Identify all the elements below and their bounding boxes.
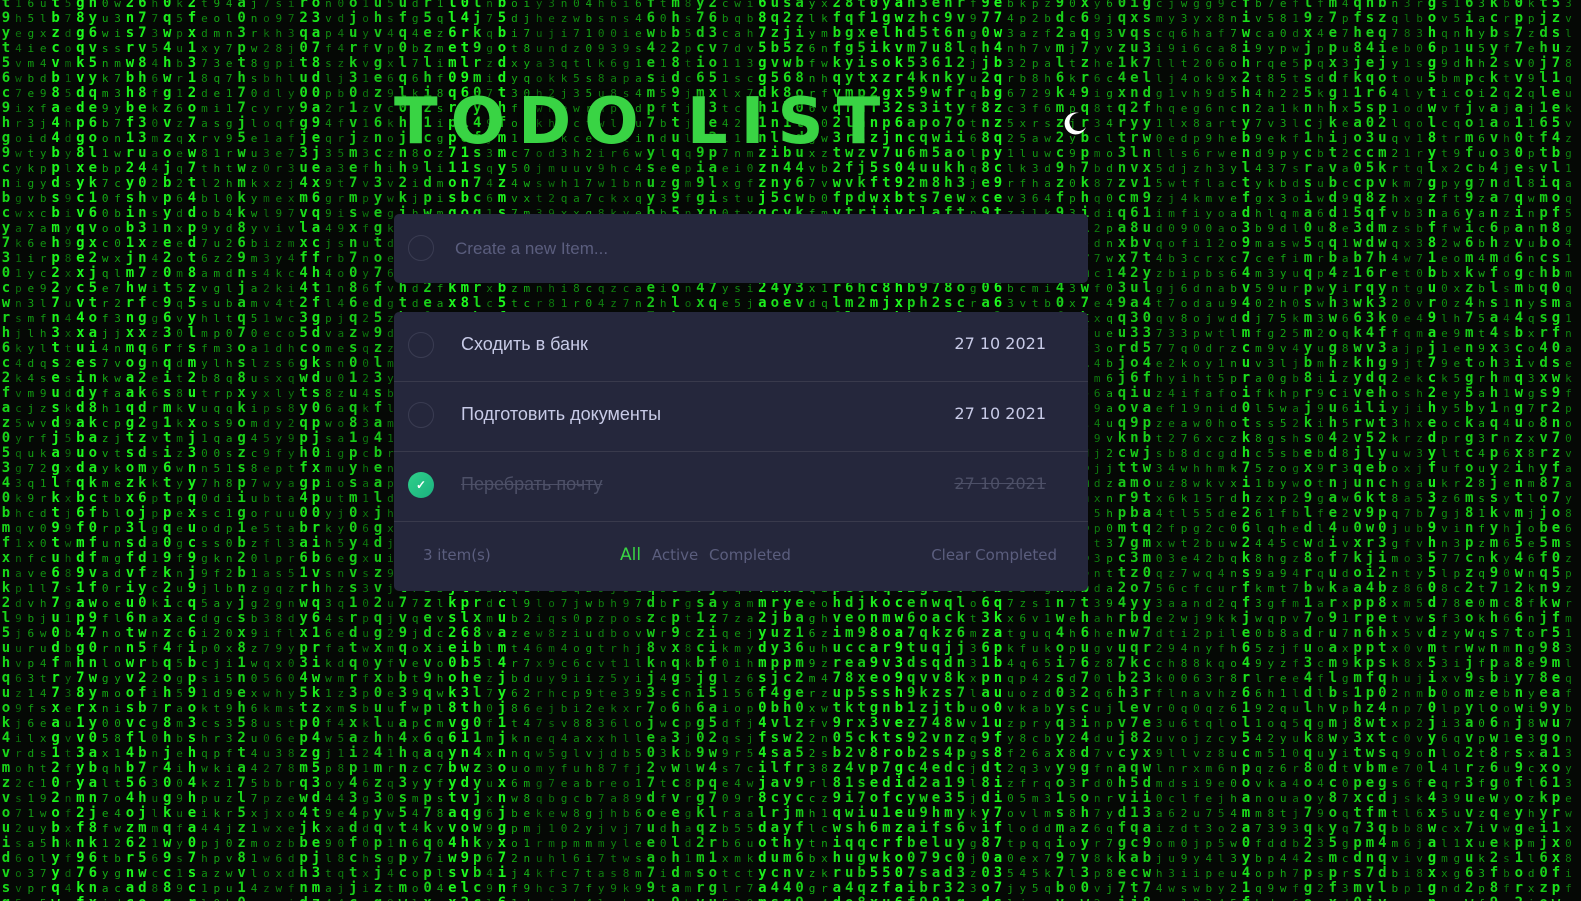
matrix-column: 6 5 g i m b e x 3 i t k g v x 7 6 i y e … <box>27 0 35 901</box>
matrix-column: c m c i l l g h 1 0 l 5 5 z i d q 4 z g … <box>1155 0 1163 901</box>
matrix-column: g 8 g q k v d d p g 8 x y c v q g e x c … <box>76 0 85 901</box>
matrix-column: 7 5 a y q 8 h a v e 9 3 k x l 9 a e 3 9 … <box>1267 0 1275 901</box>
matrix-column: q f h 8 j k 1 5 a o c 0 c q 5 3 w b 1 r … <box>1353 0 1362 901</box>
matrix-column: 0 d 4 4 z j b r f r 5 3 t r i 9 s b o n … <box>337 0 345 901</box>
matrix-column: 3 a y 5 h c i v 1 6 u b 7 z a c b 4 w b … <box>1478 0 1485 901</box>
todo-checkbox[interactable] <box>408 332 434 358</box>
matrix-column: 0 u w s n k m 9 b o 1 b 7 0 0 o c w q e … <box>101 0 109 901</box>
todo-date: 27 10 2021 <box>954 474 1046 493</box>
matrix-column: i x q u k e n 2 y r l v v m 6 8 b 7 2 u … <box>1130 0 1139 901</box>
todo-date: 27 10 2021 <box>954 404 1046 423</box>
matrix-column: c n 7 8 o x 5 c t e e y c e a o o c 6 b … <box>1230 0 1237 901</box>
list-footer: 3 item(s) All Active Completed Clear Com… <box>394 522 1088 591</box>
matrix-column: t 9 y t 5 6 c 9 h g 9 c n b c y 7 3 0 c … <box>1 0 11 901</box>
matrix-column: f 1 d w 5 t 2 k l f y s d o m l w i u r … <box>1292 0 1299 901</box>
matrix-column: 0 q v z 1 4 x q r t 3 n z c q a x x 4 3 … <box>1117 0 1127 901</box>
matrix-column: a 0 3 p t h 7 7 j 5 w w m k k 8 6 9 n j … <box>237 0 246 901</box>
filter-all[interactable]: All <box>620 545 641 565</box>
matrix-column: 1 o y f v 1 d z 1 z 3 f v p w f u n y 6 … <box>362 0 369 901</box>
matrix-column: n v p f s l p 2 4 q 3 a 9 g 9 4 j r 4 1 … <box>325 0 332 901</box>
matrix-column: f z 4 p q d k h j h b a u w 6 u q r p w … <box>1317 0 1324 901</box>
clear-completed-button[interactable]: Clear Completed <box>931 546 1057 564</box>
theme-toggle-button[interactable] <box>1060 108 1090 138</box>
matrix-column: 5 7 d o m 1 5 e h d y l s 9 i y 9 8 x y … <box>64 0 72 901</box>
matrix-column: 4 p 7 u 3 f 1 x e j 2 a c 9 1 e 1 a z i … <box>1341 0 1349 901</box>
matrix-column: 0 q w 4 h w g z v z o j b p y n e 2 0 t … <box>162 0 172 901</box>
matrix-column: j y q 9 l j 1 q l e l d w j m 0 o b b j … <box>1168 0 1175 901</box>
new-item-input[interactable] <box>453 231 1057 267</box>
todo-checkbox[interactable] <box>408 402 434 428</box>
matrix-column: b z q i j o 6 p 2 u m k v z f m w h r y … <box>1378 0 1387 901</box>
matrix-column: 5 z s u 7 1 e e 5 4 b l q o f 8 o s b 0 … <box>1551 0 1561 901</box>
todo-item: Сходить в банк 27 10 2021 <box>394 312 1088 382</box>
todo-text[interactable]: Подготовить документы <box>461 402 661 426</box>
matrix-column: u l x e 4 d 9 f j d y p y b c a e r c 9 … <box>39 0 47 901</box>
matrix-column: n q 7 e y t 4 1 l q 2 r k h v z q 4 e n … <box>1391 0 1399 901</box>
matrix-column: o j u r k 3 0 1 v j m e 7 m s x n 7 0 8 … <box>348 0 358 901</box>
matrix-column: r 2 q 0 t u 0 9 g j 3 u 4 m v l x f 4 4 … <box>299 0 308 901</box>
matrix-column: 0 p 7 7 v v 2 a 1 0 0 e l q i a v 6 g m … <box>1514 0 1524 901</box>
filter-completed[interactable]: Completed <box>709 546 791 564</box>
matrix-column: r b 3 0 s u y d o 1 r q 7 g 3 b 3 7 0 g … <box>1416 0 1423 901</box>
check-icon: ✓ <box>415 478 427 492</box>
matrix-column: s 9 h 8 p h l r q a e r z e 9 i z y k k … <box>275 0 283 901</box>
matrix-column: g y h 6 2 o h g 8 p 6 z f k i 0 i c p d … <box>1193 0 1200 901</box>
matrix-column: 6 j 3 v e c g t 4 l o d 7 0 i p n w 1 0 … <box>1106 0 1113 901</box>
header: TODO LIST <box>394 84 1088 164</box>
matrix-column: f i w i h 2 h n y b n l t f d 3 9 7 4 v … <box>1241 0 1251 901</box>
matrix-column: h 7 3 5 4 6 f k 0 m a 4 2 v s 1 z 4 z i … <box>151 0 159 901</box>
matrix-column: n y 6 v 5 y q e 6 o l e k 1 6 v x 2 j 5 … <box>88 0 98 901</box>
matrix-column: g s s 3 7 l d f y w n x 1 9 1 u v t y l … <box>1142 0 1152 901</box>
matrix-column: o 3 a 7 8 d 0 a 9 e j e x 6 q a c f h t … <box>311 0 321 901</box>
todo-text[interactable]: Перебрать почту <box>461 472 603 496</box>
todo-checkbox-checked[interactable]: ✓ <box>408 472 434 498</box>
matrix-column: 6 7 7 v 8 h 8 e 3 3 u 4 0 h n 3 x n 7 w … <box>138 0 147 901</box>
todo-list: Сходить в банк 27 10 2021 Подготовить до… <box>394 312 1088 591</box>
matrix-column: 1 5 n 1 d m c f q r 9 2 y t 6 w w o x x … <box>1453 0 1461 901</box>
matrix-column: 2 f x 1 3 1 2 o 7 x w 7 t 4 d p d t 8 z … <box>187 0 197 901</box>
matrix-column: 9 8 f a 6 9 d n r h w 3 a v o a 2 x s a … <box>1217 0 1225 901</box>
items-count: 3 item(s) <box>423 546 491 564</box>
matrix-column: 7 o k 2 g b d y o 1 3 0 x m l v i 3 4 2 … <box>263 0 270 901</box>
page-title: TODO LIST <box>394 85 894 159</box>
matrix-column: m 7 e p x d g h k i t v b d d 8 q b 4 y … <box>1328 0 1338 901</box>
matrix-column: t j d h j l l 1 6 f t v i m p n b c h q … <box>1539 0 1548 901</box>
matrix-column: k 5 p u b r 1 6 z q e q 2 6 d x e o m 5 … <box>176 0 183 901</box>
matrix-column: e 8 0 p e 5 2 1 3 k p 7 b 3 q d s f y u … <box>1279 0 1287 901</box>
todo-item: Подготовить документы 27 10 2021 <box>394 382 1088 452</box>
matrix-column: g o h 6 g 5 t w l 8 y l g z n f 8 1 b u … <box>1427 0 1437 901</box>
matrix-column: k c b y 2 k 2 a a v o 4 n a n 6 h m f l … <box>1489 0 1499 901</box>
matrix-column: 3 v l z 8 q u k v z g 1 a q 5 g 4 1 m q … <box>1565 0 1572 901</box>
matrix-column: w 3 6 i t 4 v e x d s j t 4 f 9 f 3 i 6 … <box>1180 0 1188 901</box>
matrix-column: 4 l n 7 e 7 1 1 g 9 r t h 0 4 d 2 2 d l … <box>225 0 233 901</box>
matrix-column: w 3 i s m 7 3 y 7 n w p c f b o 0 x l 7 … <box>114 0 121 901</box>
matrix-column: g x a c 0 k 9 6 a 9 r h l m y 0 1 r b n … <box>1205 0 1213 901</box>
matrix-column: h s e 4 e q r s 0 3 c 5 p 8 q d d 7 6 q … <box>1365 0 1375 901</box>
moon-icon <box>1064 112 1086 135</box>
matrix-column: 2 n s r w b h b f 1 r 2 y s i b 1 j m h … <box>125 0 135 901</box>
matrix-column: l 9 x j p s 5 n c 1 c r s i a 0 5 m q p … <box>1303 0 1313 901</box>
matrix-column: 6 i h u h p o j o m f c g 9 y i 6 m k z … <box>1464 0 1474 901</box>
todo-text[interactable]: Сходить в банк <box>461 332 588 356</box>
matrix-column: k p z e 0 9 q j 1 t p s 8 w n n u n c b … <box>1527 0 1535 901</box>
filter-active[interactable]: Active <box>652 546 698 564</box>
matrix-column: j n r w 8 s 0 c l e u z k y w y b m s a … <box>250 0 258 901</box>
todo-date: 27 10 2021 <box>954 334 1046 353</box>
matrix-column: 9 o m y 3 q e i s v 1 h 2 l b y u z m g … <box>213 0 221 901</box>
matrix-column: b r s f s t q j o h 3 j d 7 z p z d o s … <box>1503 0 1510 901</box>
matrix-column: s v q p 9 b i v c t t x p f a f 2 e b 0 … <box>1441 0 1448 901</box>
todo-item: ✓ Перебрать почту 27 10 2021 <box>394 452 1088 522</box>
new-item-bar <box>394 214 1088 283</box>
matrix-column: u h v v g e z v 6 n c h 3 y e g t o 7 f … <box>373 0 383 901</box>
matrix-column: b v c 9 r t 4 2 7 9 d 4 y g h b m c m 5 … <box>1255 0 1262 901</box>
new-item-circle[interactable] <box>408 235 434 261</box>
matrix-column: i 7 3 j i l y y f f 7 3 j x 7 v m 4 c i … <box>287 0 295 901</box>
matrix-column: t b z c v b 8 a 4 4 b p d s b m h p 2 2 … <box>51 0 60 901</box>
matrix-column: 1 h e 4 v w 7 i r o w y i g w a k 1 1 p … <box>15 0 22 901</box>
filter-group: All Active Completed <box>620 545 797 565</box>
matrix-column: y 9 g y h 6 i 8 3 c m b 8 q d 2 d 7 c f … <box>1093 0 1101 901</box>
matrix-column: t e d x 7 8 d m a r 8 t l b o 9 7 6 a v … <box>201 0 208 901</box>
matrix-column: 3 l 8 b 1 o l o q v 1 t m x b s x w t t … <box>1403 0 1411 901</box>
